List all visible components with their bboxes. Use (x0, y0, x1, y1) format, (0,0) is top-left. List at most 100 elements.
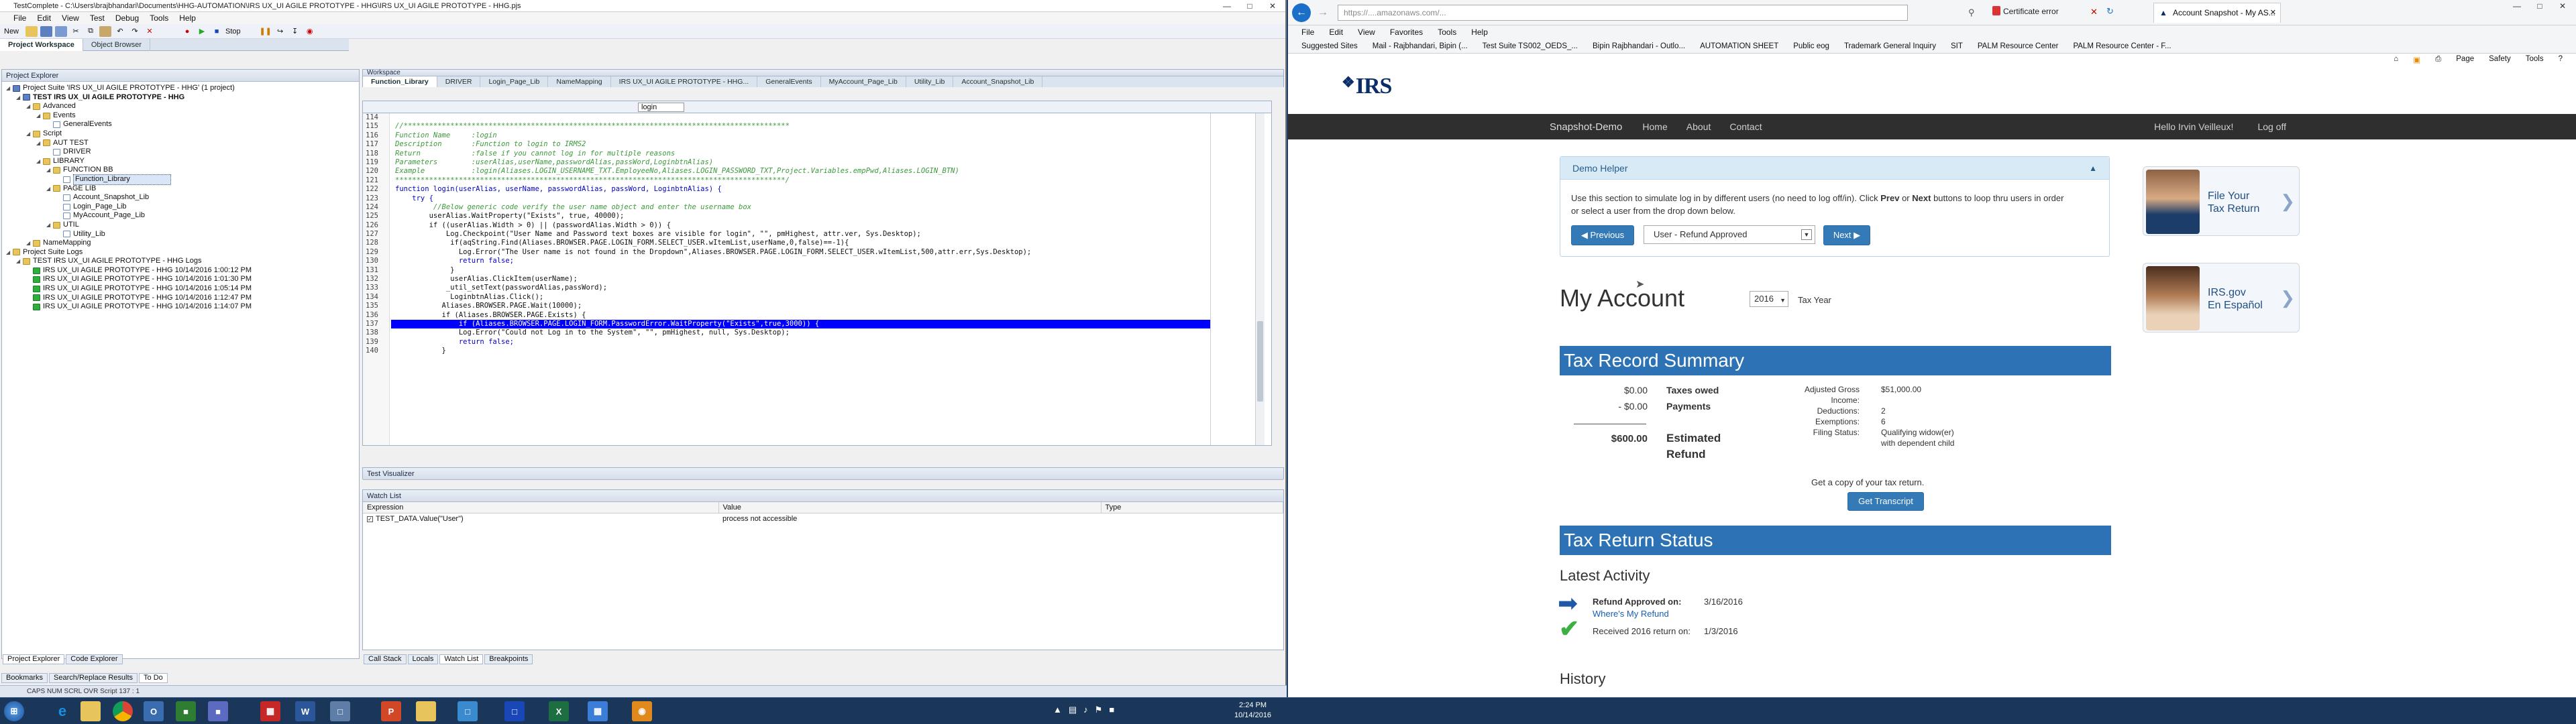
code-area[interactable]: //**************************************… (391, 113, 1211, 445)
code-line[interactable]: Description :Function to login to IRMS2 (395, 140, 1211, 149)
tax-year-select[interactable]: 2016 ▼ (1750, 291, 1788, 307)
tab-project-workspace[interactable]: Project Workspace (0, 39, 83, 51)
pause-icon[interactable]: ❚❚ (259, 26, 271, 37)
user-select[interactable]: User - Refund Approved ▼ (1644, 225, 1815, 244)
favorite-link[interactable]: PALM Resource Center (1978, 42, 2059, 50)
navbar-brand[interactable]: Snapshot-Demo (1550, 121, 1622, 133)
minimize-icon[interactable]: — (1216, 0, 1238, 12)
help-icon[interactable]: ? (2559, 55, 2563, 64)
wheres-my-refund-link[interactable]: Where's My Refund (1593, 609, 1669, 619)
get-transcript-button[interactable]: Get Transcript (1847, 492, 1924, 511)
ie-maximize-icon[interactable]: □ (2528, 0, 2551, 12)
word-taskbar-icon[interactable]: W (295, 701, 315, 721)
ie-menu-tools[interactable]: Tools (1438, 27, 1456, 37)
tab-code-explorer[interactable]: Code Explorer (66, 654, 123, 664)
app2-taskbar-icon[interactable]: □ (330, 701, 350, 721)
tree-item[interactable]: ◢ NameMapping (2, 239, 359, 248)
tree-item[interactable]: IRS UX_UI AGILE PROTOTYPE - HHG 10/14/20… (2, 266, 359, 276)
logout-link[interactable]: Log off (2257, 121, 2286, 132)
expand-toggle-icon[interactable]: ◢ (16, 257, 23, 266)
step-into-icon[interactable]: ↧ (289, 26, 301, 37)
open-icon[interactable] (25, 25, 38, 37)
app-taskbar-icon[interactable]: ■ (208, 701, 228, 721)
routine-select[interactable]: login (638, 102, 685, 112)
tree-item[interactable]: ◢ TEST IRS UX_UI AGILE PROTOTYPE - HHG (2, 93, 359, 103)
code-line[interactable] (395, 113, 1211, 122)
tree-item[interactable]: GeneralEvents (2, 120, 359, 129)
expand-toggle-icon[interactable]: ◢ (46, 166, 53, 175)
expand-toggle-icon[interactable]: ◢ (16, 93, 23, 103)
col-expression[interactable]: Expression (363, 502, 719, 514)
explorer-taskbar-icon[interactable] (80, 701, 101, 721)
tab-watch-list[interactable]: Watch List (439, 654, 484, 664)
favorite-link[interactable]: Public eog (1793, 42, 1829, 50)
ie-taskbar-icon[interactable]: e (52, 701, 72, 721)
code-line[interactable]: function login(userAlias, userName, pass… (395, 185, 1211, 194)
tray-network-icon[interactable]: ▤ (1069, 705, 1077, 715)
editor-scroll-thumb[interactable] (1257, 321, 1263, 402)
expand-toggle-icon[interactable]: ◢ (26, 239, 33, 248)
feeds-icon[interactable]: ▣ (2413, 55, 2420, 64)
ie-minimize-icon[interactable]: — (2506, 0, 2528, 12)
maximize-icon[interactable]: □ (1238, 0, 1261, 12)
editor-tab[interactable]: MyAccount_Page_Lib (821, 76, 906, 87)
col-value[interactable]: Value (718, 502, 1102, 514)
tray-chevron-up-icon[interactable]: ▲ (1053, 705, 1062, 715)
code-line[interactable]: //Below generic code verify the user nam… (395, 203, 1211, 212)
cmd-page[interactable]: Page (2456, 55, 2474, 64)
forward-icon[interactable]: → (1313, 3, 1332, 22)
tree-item[interactable]: ◢ Project Suite Logs (2, 248, 359, 257)
editor-tab[interactable]: IRS UX_UI AGILE PROTOTYPE - HHG... (611, 76, 758, 87)
ie-menu-view[interactable]: View (1358, 27, 1375, 37)
editor-tab[interactable]: Account_Snapshot_Lib (953, 76, 1043, 87)
close-icon[interactable]: ✕ (1261, 0, 1284, 12)
tree-item[interactable]: ◢ AUT TEST (2, 139, 359, 148)
favorite-link[interactable]: PALM Resource Center - F... (2073, 42, 2171, 50)
tree-item[interactable]: IRS UX_UI AGILE PROTOTYPE - HHG 10/14/20… (2, 284, 359, 294)
app3-taskbar-icon[interactable]: □ (458, 701, 478, 721)
chrome-taskbar-icon[interactable] (113, 701, 133, 721)
tray-flag-icon[interactable]: ⚑ (1095, 705, 1103, 715)
tree-item[interactable]: MyAccount_Page_Lib (2, 211, 359, 221)
nav-home[interactable]: Home (1642, 121, 1667, 132)
editor-tab[interactable]: Login_Page_Lib (480, 76, 549, 87)
code-line[interactable]: return false; (395, 257, 1211, 265)
code-line[interactable]: Log.Checkpoint("User Name and Password t… (395, 230, 1211, 239)
chevron-down-icon[interactable]: ▼ (1801, 229, 1812, 240)
tree-item[interactable]: ◢ FUNCTION BB (2, 166, 359, 175)
code-line[interactable]: } (395, 347, 1211, 355)
menu-tools[interactable]: Tools (150, 13, 168, 23)
menu-file[interactable]: File (13, 13, 26, 23)
save-all-icon[interactable] (55, 25, 68, 37)
editor-tab[interactable]: NameMapping (548, 76, 611, 87)
paste-icon[interactable] (99, 25, 112, 37)
expand-toggle-icon[interactable]: ◢ (36, 157, 43, 166)
tab-locals[interactable]: Locals (407, 654, 439, 664)
code-line[interactable]: Return :false if you cannot log in for m… (395, 149, 1211, 158)
favorite-link[interactable]: Mail - Rajbhandari, Bipin (... (1373, 42, 1468, 50)
stop-icon[interactable]: ■ (211, 26, 223, 37)
code-line[interactable]: if(aqString.Find(Aliases.BROWSER.PAGE.LO… (395, 239, 1211, 247)
editor-scrollbar[interactable] (1255, 113, 1265, 445)
app5-taskbar-icon[interactable]: ▦ (588, 701, 608, 721)
testcomplete-taskbar-icon[interactable]: ◉ (632, 701, 652, 721)
tree-item[interactable]: Utility_Lib (2, 230, 359, 239)
tree-item[interactable]: ◢ TEST IRS UX_UI AGILE PROTOTYPE - HHG Lo… (2, 257, 359, 266)
table-row[interactable]: ✓ TEST_DATA.Value("User") process not acc… (363, 514, 1283, 525)
stop-button[interactable]: Stop (225, 27, 241, 36)
save-icon[interactable] (40, 25, 53, 37)
cut-icon[interactable]: ✂ (70, 26, 82, 37)
redo-icon[interactable]: ↷ (129, 26, 141, 37)
print-icon[interactable]: ⎙ (2435, 55, 2441, 64)
nav-contact[interactable]: Contact (1729, 121, 1762, 132)
tree-item[interactable]: IRS UX_UI AGILE PROTOTYPE - HHG 10/14/20… (2, 294, 359, 303)
app4-taskbar-icon[interactable]: □ (504, 701, 525, 721)
irs-logo[interactable]: ❖IRS (1342, 74, 1392, 99)
tree-item[interactable]: ◢ LIBRARY (2, 157, 359, 166)
editor-tab[interactable]: DRIVER (437, 76, 481, 87)
nav-about[interactable]: About (1686, 121, 1711, 132)
code-line[interactable]: Log.Error("Could not Log in to the Syste… (395, 328, 1211, 337)
browser-tab-active[interactable]: Account Snapshot - My AS... ▲ ✕ (2153, 3, 2281, 23)
menu-edit[interactable]: Edit (37, 13, 51, 23)
expand-toggle-icon[interactable]: ◢ (26, 129, 33, 139)
